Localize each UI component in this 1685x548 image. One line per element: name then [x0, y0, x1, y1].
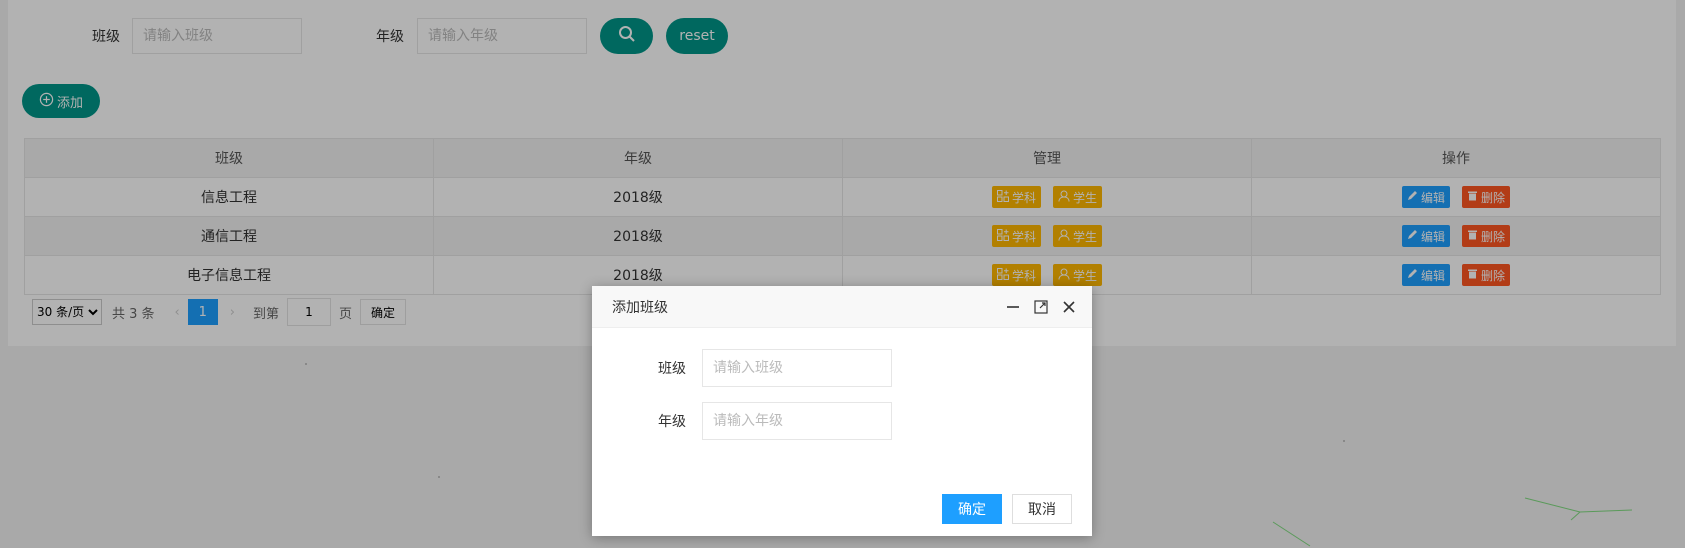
dialog-grade-label: 年级: [658, 414, 686, 430]
background-network-lines: [1272, 497, 1633, 547]
close-icon[interactable]: [1060, 298, 1078, 316]
background-dot: [1343, 440, 1345, 442]
add-class-dialog: 添加班级 班级 年级 确定 取消: [592, 286, 1092, 536]
dialog-grade-row: 年级: [592, 402, 1092, 440]
dialog-window-controls: [1004, 298, 1078, 316]
minimize-icon[interactable]: [1004, 298, 1022, 316]
dialog-grade-input[interactable]: [702, 402, 892, 440]
dialog-header: 添加班级: [592, 286, 1092, 328]
dialog-class-row: 班级: [592, 349, 1092, 387]
dialog-class-label: 班级: [658, 361, 686, 377]
dialog-confirm-button[interactable]: 确定: [942, 494, 1002, 524]
dialog-cancel-button[interactable]: 取消: [1012, 494, 1072, 524]
page: 班级 年级 reset 添加 班级 年级 管理 操作: [0, 0, 1685, 548]
maximize-icon[interactable]: [1032, 298, 1050, 316]
dialog-class-input[interactable]: [702, 349, 892, 387]
dialog-title: 添加班级: [612, 299, 668, 316]
background-dot: [305, 363, 307, 365]
background-dot: [438, 476, 440, 478]
